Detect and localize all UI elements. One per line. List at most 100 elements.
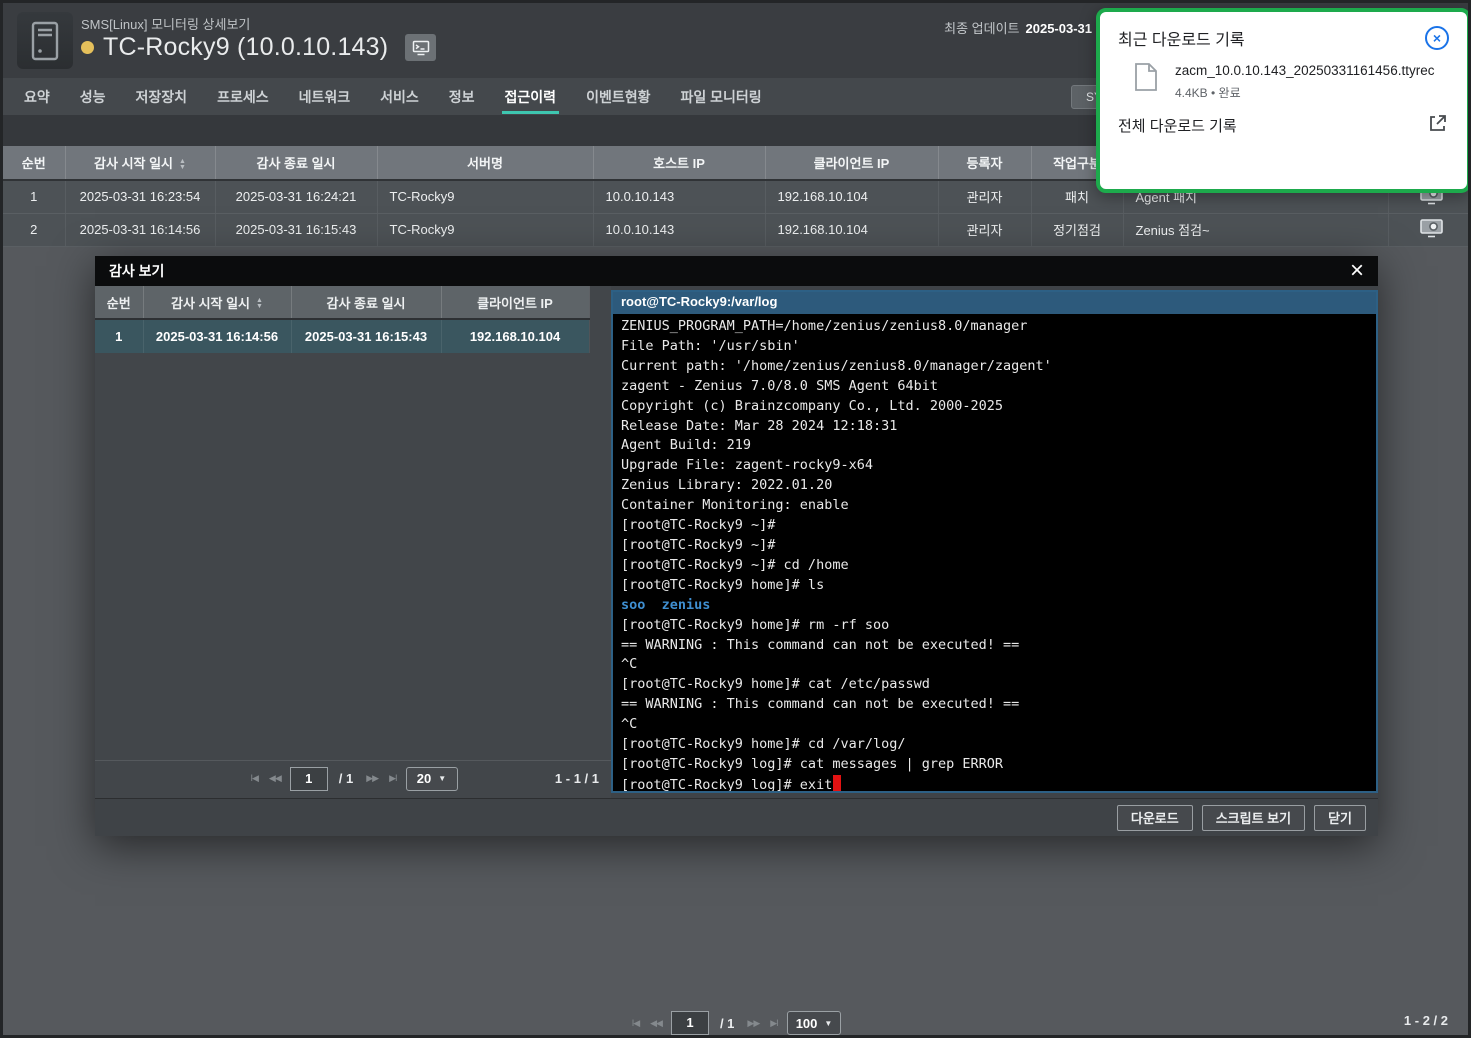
terminal-panel: root@TC-Rocky9:/var/log ZENIUS_PROGRAM_P… — [611, 290, 1378, 793]
first-page-icon[interactable]: I◀ — [249, 771, 260, 786]
table-row[interactable]: 22025-03-31 16:14:562025-03-31 16:15:43T… — [3, 213, 1471, 246]
prev-page-icon[interactable]: ◀◀ — [648, 1016, 664, 1031]
page-size-select[interactable]: 100 ▼ — [787, 1011, 842, 1035]
terminal-line: [root@TC-Rocky9 home]# cd /var/log/ — [621, 735, 1368, 755]
tab-요약[interactable]: 요약 — [9, 78, 65, 115]
modal-footer: 다운로드 스크립트 보기 닫기 — [95, 798, 1378, 836]
main-pagination: I◀ ◀◀ 1 / 1 ▶▶ ▶I 100 ▼ — [3, 1008, 1468, 1038]
terminal-line: ^C — [621, 715, 1368, 735]
last-page-icon[interactable]: ▶I — [768, 1016, 779, 1031]
page-title: TC-Rocky9 (10.0.10.143) — [103, 33, 388, 62]
next-page-icon[interactable]: ▶▶ — [364, 771, 380, 786]
page-size-select[interactable]: 20 ▼ — [406, 767, 458, 791]
all-downloads-link[interactable]: 전체 다운로드 기록 — [1118, 115, 1237, 136]
total-pages-label: / 1 — [720, 1016, 734, 1031]
first-page-icon[interactable]: I◀ — [630, 1016, 641, 1031]
table-cell: 1 — [3, 180, 65, 213]
column-header: 클라이언트 IP — [441, 286, 589, 319]
last-update-label: 최종 업데이트 — [944, 21, 1019, 36]
terminal-line: [root@TC-Rocky9 ~]# — [621, 516, 1368, 536]
table-cell: 10.0.10.143 — [593, 213, 765, 246]
column-header[interactable]: 감사 시작 일시▲▼ — [143, 286, 291, 319]
terminal-line: Zenius Library: 2022.01.20 — [621, 476, 1368, 496]
table-cell: 2 — [3, 213, 65, 246]
close-button[interactable]: 닫기 — [1314, 805, 1366, 831]
tab-list: 요약성능저장장치프로세스네트워크서비스정보접근이력이벤트현황파일 모니터링 — [9, 78, 777, 115]
terminal-line: == WARNING : This command can not be exe… — [621, 695, 1368, 715]
terminal-line: Container Monitoring: enable — [621, 496, 1368, 516]
tab-파일 모니터링[interactable]: 파일 모니터링 — [665, 78, 776, 115]
terminal-line: [root@TC-Rocky9 home]# cat /etc/passwd — [621, 675, 1368, 695]
tab-이벤트현황[interactable]: 이벤트현황 — [571, 78, 665, 115]
column-header: 서버명 — [377, 146, 593, 180]
table-cell: 1 — [95, 319, 143, 353]
prev-page-icon[interactable]: ◀◀ — [267, 771, 283, 786]
tab-성능[interactable]: 성능 — [65, 78, 121, 115]
table-cell: 2025-03-31 16:14:56 — [143, 319, 291, 353]
last-update-value: 2025-03-31 — [1026, 21, 1093, 36]
table-cell: 관리자 — [938, 213, 1031, 246]
view-script-button[interactable]: 스크립트 보기 — [1202, 805, 1305, 831]
terminal-line: [root@TC-Rocky9 log]# cat messages | gre… — [621, 755, 1368, 775]
terminal-button[interactable] — [405, 34, 436, 61]
tab-프로세스[interactable]: 프로세스 — [202, 78, 284, 115]
table-cell: 정기점검 — [1031, 213, 1123, 246]
terminal-output[interactable]: ZENIUS_PROGRAM_PATH=/home/zenius/zenius8… — [613, 314, 1376, 793]
page-number-input[interactable]: 1 — [671, 1011, 709, 1035]
replay-terminal-icon[interactable] — [1388, 213, 1471, 246]
table-cell: 192.168.10.104 — [765, 180, 938, 213]
server-icon — [17, 12, 73, 69]
last-page-icon[interactable]: ▶I — [387, 771, 398, 786]
terminal-line: Current path: '/home/zenius/zenius8.0/ma… — [621, 357, 1368, 377]
modal-table-head: 순번감사 시작 일시▲▼감사 종료 일시클라이언트 IP — [95, 286, 589, 319]
status-dot — [81, 41, 94, 54]
next-page-icon[interactable]: ▶▶ — [745, 1016, 761, 1031]
download-button[interactable]: 다운로드 — [1117, 805, 1193, 831]
total-pages-label: / 1 — [339, 771, 353, 786]
row-range-label: 1 - 2 / 2 — [1404, 1013, 1448, 1028]
table-cell: 관리자 — [938, 180, 1031, 213]
column-header: 클라이언트 IP — [765, 146, 938, 180]
tab-정보[interactable]: 정보 — [434, 78, 490, 115]
popup-close-icon[interactable]: × — [1425, 26, 1449, 50]
modal-close-icon[interactable]: × — [1350, 259, 1364, 283]
table-cell: Zenius 점검~ — [1123, 213, 1388, 246]
column-header[interactable]: 감사 시작 일시▲▼ — [65, 146, 215, 180]
terminal-line: Agent Build: 219 — [621, 436, 1368, 456]
table-cell: 2025-03-31 16:14:56 — [65, 213, 215, 246]
page-number-input[interactable]: 1 — [290, 767, 328, 791]
table-cell: 192.168.10.104 — [441, 319, 589, 353]
app-window: SMS[Linux] 모니터링 상세보기 TC-Rocky9 (10.0.10.… — [0, 0, 1471, 1038]
download-popup-title: 최근 다운로드 기록 — [1118, 26, 1245, 50]
table-cell: TC-Rocky9 — [377, 213, 593, 246]
last-update: 최종 업데이트 2025-03-31 — [944, 18, 1092, 37]
column-header: 감사 종료 일시 — [291, 286, 441, 319]
page-size-value: 100 — [796, 1016, 818, 1031]
terminal-line: Copyright (c) Brainzcompany Co., Ltd. 20… — [621, 397, 1368, 417]
download-item[interactable]: zacm_10.0.10.143_20250331161456.ttyrec 4… — [1118, 62, 1449, 101]
table-cell: 2025-03-31 16:15:43 — [291, 319, 441, 353]
table-cell: 2025-03-31 16:24:21 — [215, 180, 377, 213]
terminal-line: == WARNING : This command can not be exe… — [621, 636, 1368, 656]
audit-view-modal: 감사 보기 × 순번감사 시작 일시▲▼감사 종료 일시클라이언트 IP 120… — [95, 256, 1378, 836]
page-subtitle: SMS[Linux] 모니터링 상세보기 — [81, 14, 250, 33]
download-popup: 최근 다운로드 기록 × zacm_10.0.10.143_2025033116… — [1096, 8, 1471, 193]
terminal-cursor — [833, 775, 841, 791]
table-row[interactable]: 12025-03-31 16:14:562025-03-31 16:15:431… — [95, 319, 589, 353]
column-header: 순번 — [95, 286, 143, 319]
tab-서비스[interactable]: 서비스 — [365, 78, 434, 115]
file-meta: 4.4KB • 완료 — [1175, 84, 1443, 101]
modal-pagination: I◀ ◀◀ 1 / 1 ▶▶ ▶I 20 ▼ 1 - 1 / 1 — [95, 760, 611, 796]
external-link-icon[interactable] — [1428, 114, 1449, 136]
table-cell: 2025-03-31 16:23:54 — [65, 180, 215, 213]
tab-접근이력[interactable]: 접근이력 — [490, 78, 572, 115]
tab-저장장치[interactable]: 저장장치 — [121, 78, 203, 115]
terminal-line: [root@TC-Rocky9 ~]# cd /home — [621, 556, 1368, 576]
page-size-value: 20 — [417, 771, 431, 786]
modal-table-body: 12025-03-31 16:14:562025-03-31 16:15:431… — [95, 319, 589, 353]
row-range-label: 1 - 1 / 1 — [555, 771, 599, 786]
sort-icon: ▲▼ — [179, 159, 186, 171]
file-name: zacm_10.0.10.143_20250331161456.ttyrec — [1175, 62, 1443, 80]
sort-icon: ▲▼ — [256, 298, 263, 310]
tab-네트워크[interactable]: 네트워크 — [284, 78, 366, 115]
